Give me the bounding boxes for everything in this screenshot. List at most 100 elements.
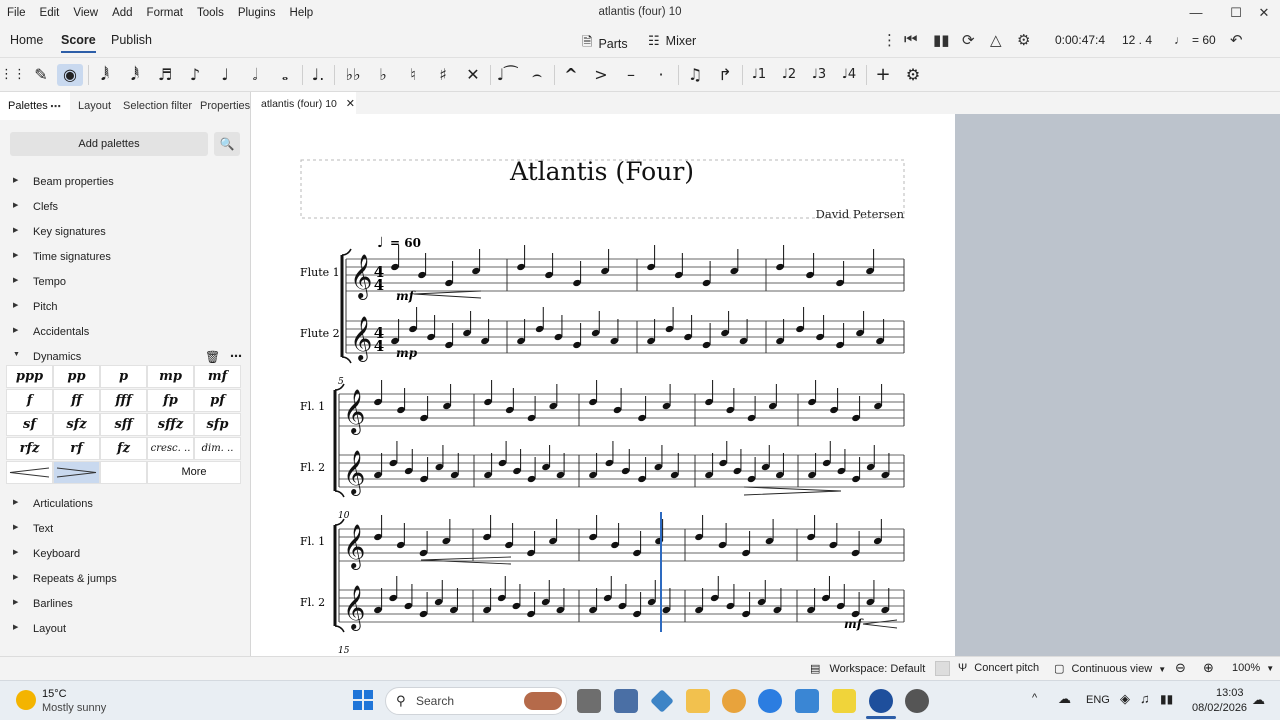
crescendo-hairpin-mark[interactable] [862,619,898,629]
dynamic-sfp[interactable]: sfp [194,413,241,436]
menu-add[interactable]: Add [105,7,139,19]
treble-clef-icon[interactable]: 𝄞 [350,254,372,300]
palette-keyboard[interactable]: ▶ Keyboard [0,544,250,566]
short-name-flute2-sys3[interactable]: Fl. 2 [300,596,325,609]
eighth-note-icon[interactable]: ♪ [182,64,208,86]
dynamic-mf[interactable]: mf [194,365,241,388]
concert-pitch-checkbox[interactable] [935,661,950,676]
treble-clef-icon[interactable]: 𝄞 [343,450,365,496]
dynamic-sf[interactable]: sf [6,413,53,436]
thirtysecond-note-icon[interactable]: 𝅘𝅥𝅱 [122,64,148,86]
browser-icon[interactable] [722,689,746,713]
palette-pitch[interactable]: ▶ Pitch [0,297,250,319]
short-name-flute1-sys2[interactable]: Fl. 1 [300,400,325,413]
more-options-icon[interactable]: ⋯ [230,349,242,363]
sharp-icon[interactable]: ♯ [430,64,456,86]
menu-tools[interactable]: Tools [190,7,231,19]
weather-temperature[interactable]: 15°C [42,688,67,700]
tempo-marking[interactable]: = 60 [390,236,421,250]
tab-score[interactable]: Score [61,33,96,53]
play-icon[interactable]: ▮▮ [933,31,950,49]
workspace-selector[interactable]: ▤ Workspace: Default [810,662,925,675]
quarter-note-icon[interactable]: ♩ [212,64,238,86]
short-name-flute2-sys2[interactable]: Fl. 2 [300,461,325,474]
diminuendo-hairpin[interactable] [53,461,100,484]
natural-icon[interactable]: ♮ [400,64,426,86]
instrument-name-flute1[interactable]: Flute 1 [300,266,340,279]
tuplet-icon[interactable]: ♫ [682,64,708,86]
pencil-icon[interactable]: ✎ [28,64,54,86]
close-tab-icon[interactable]: ✕ [346,98,355,110]
file-explorer-icon[interactable] [686,689,710,713]
taskbar-time[interactable]: 13:03 [1216,687,1244,699]
taskbar-search-box[interactable]: ⚲ Search [385,687,567,715]
note-input-mode-icon[interactable]: ◉ [57,64,83,86]
weather-sun-icon[interactable] [16,690,36,710]
voice-1-icon[interactable]: ♩1 [746,64,772,86]
dynamic-p[interactable]: p [100,365,147,388]
edge-browser-icon[interactable] [758,689,782,713]
weather-description[interactable]: Mostly sunny [42,702,106,714]
time-signature-bottom[interactable]: 4 [374,337,384,355]
treble-clef-icon[interactable]: 𝄞 [350,316,372,362]
customize-toolbar-icon[interactable]: ⚙ [900,64,926,86]
palette-beam-properties[interactable]: ▶ Beam properties [0,172,250,194]
crescendo-hairpin[interactable] [6,461,53,484]
marcato-icon[interactable]: ^ [558,64,584,86]
diminuendo-hairpin-mark[interactable] [413,290,482,299]
windows-start-icon[interactable] [352,689,374,711]
more-dynamics-button[interactable]: More [147,461,241,484]
augmentation-dot-icon[interactable]: ♩. [305,64,331,86]
dynamic-dim[interactable]: dim. .. [194,437,241,460]
palette-tempo[interactable]: ▶ Tempo [0,272,250,294]
add-icon[interactable]: + [870,64,896,86]
parts-button[interactable]: 🗎 Parts [582,33,628,55]
palette-time-signatures[interactable]: ▶ Time signatures [0,247,250,269]
sticky-notes-icon[interactable] [832,689,856,713]
dynamic-rfz[interactable]: rfz [6,437,53,460]
double-flat-icon[interactable]: ♭♭ [340,64,366,86]
dynamic-cresc[interactable]: cresc. .. [147,437,194,460]
dynamic-ppp[interactable]: ppp [6,365,53,388]
panel-tab-palettes[interactable]: Palettes [8,100,48,112]
menu-view[interactable]: View [66,7,105,19]
undo-icon[interactable]: ↶ [1230,31,1243,49]
palette-key-signatures[interactable]: ▶ Key signatures [0,222,250,244]
menu-file[interactable]: File [0,7,33,19]
view-mode-dropdown[interactable]: ▢ Continuous view ▼ [1054,662,1166,675]
flat-icon[interactable]: ♭ [370,64,396,86]
dynamic-rf[interactable]: rf [53,437,100,460]
concert-pitch-toggle[interactable]: Ψ Concert pitch [958,662,1039,674]
calculator-icon[interactable] [614,689,638,713]
half-note-icon[interactable]: 𝅗𝅥 [242,64,268,86]
slur-icon[interactable]: ⌢ [524,64,550,86]
input-language[interactable]: ENG [1086,694,1110,706]
toolbar-handle-icon[interactable]: ⋮⋮ [0,64,26,86]
treble-clef-icon[interactable]: 𝄞 [343,585,365,631]
zoom-in-icon[interactable]: ⊕ [1203,660,1214,676]
task-view-icon[interactable] [577,689,601,713]
panel-tab-menu-icon[interactable]: ⋯ [50,100,62,113]
voice-2-icon[interactable]: ♩2 [776,64,802,86]
tab-home[interactable]: Home [10,33,43,47]
panel-tab-properties[interactable]: Properties [200,100,250,112]
flip-direction-icon[interactable]: ↱ [712,64,738,86]
dynamic-fp[interactable]: fp [147,389,194,412]
treble-clef-icon[interactable]: 𝄞 [343,389,365,435]
double-sharp-icon[interactable]: ✕ [460,64,486,86]
staccato-icon[interactable]: · [648,64,674,86]
dynamic-sfz[interactable]: sfz [53,413,100,436]
drag-handle-icon[interactable]: ⋮ [882,31,897,49]
crescendo-hairpin-mark[interactable] [420,556,512,565]
zoom-out-icon[interactable]: ⊖ [1175,660,1186,676]
menu-edit[interactable]: Edit [33,7,67,19]
show-hidden-icons-icon[interactable]: ^ [1032,692,1037,704]
voice-3-icon[interactable]: ♩3 [806,64,832,86]
close-icon[interactable]: ✕ [1244,0,1280,26]
dynamic-fz[interactable]: fz [100,437,147,460]
dynamic-pf[interactable]: pf [194,389,241,412]
loop-icon[interactable]: ⟳ [962,31,975,49]
tie-icon[interactable]: ♩⁀ [494,64,520,86]
dynamic-ff[interactable]: ff [53,389,100,412]
treble-clef-icon[interactable]: 𝄞 [343,524,365,570]
